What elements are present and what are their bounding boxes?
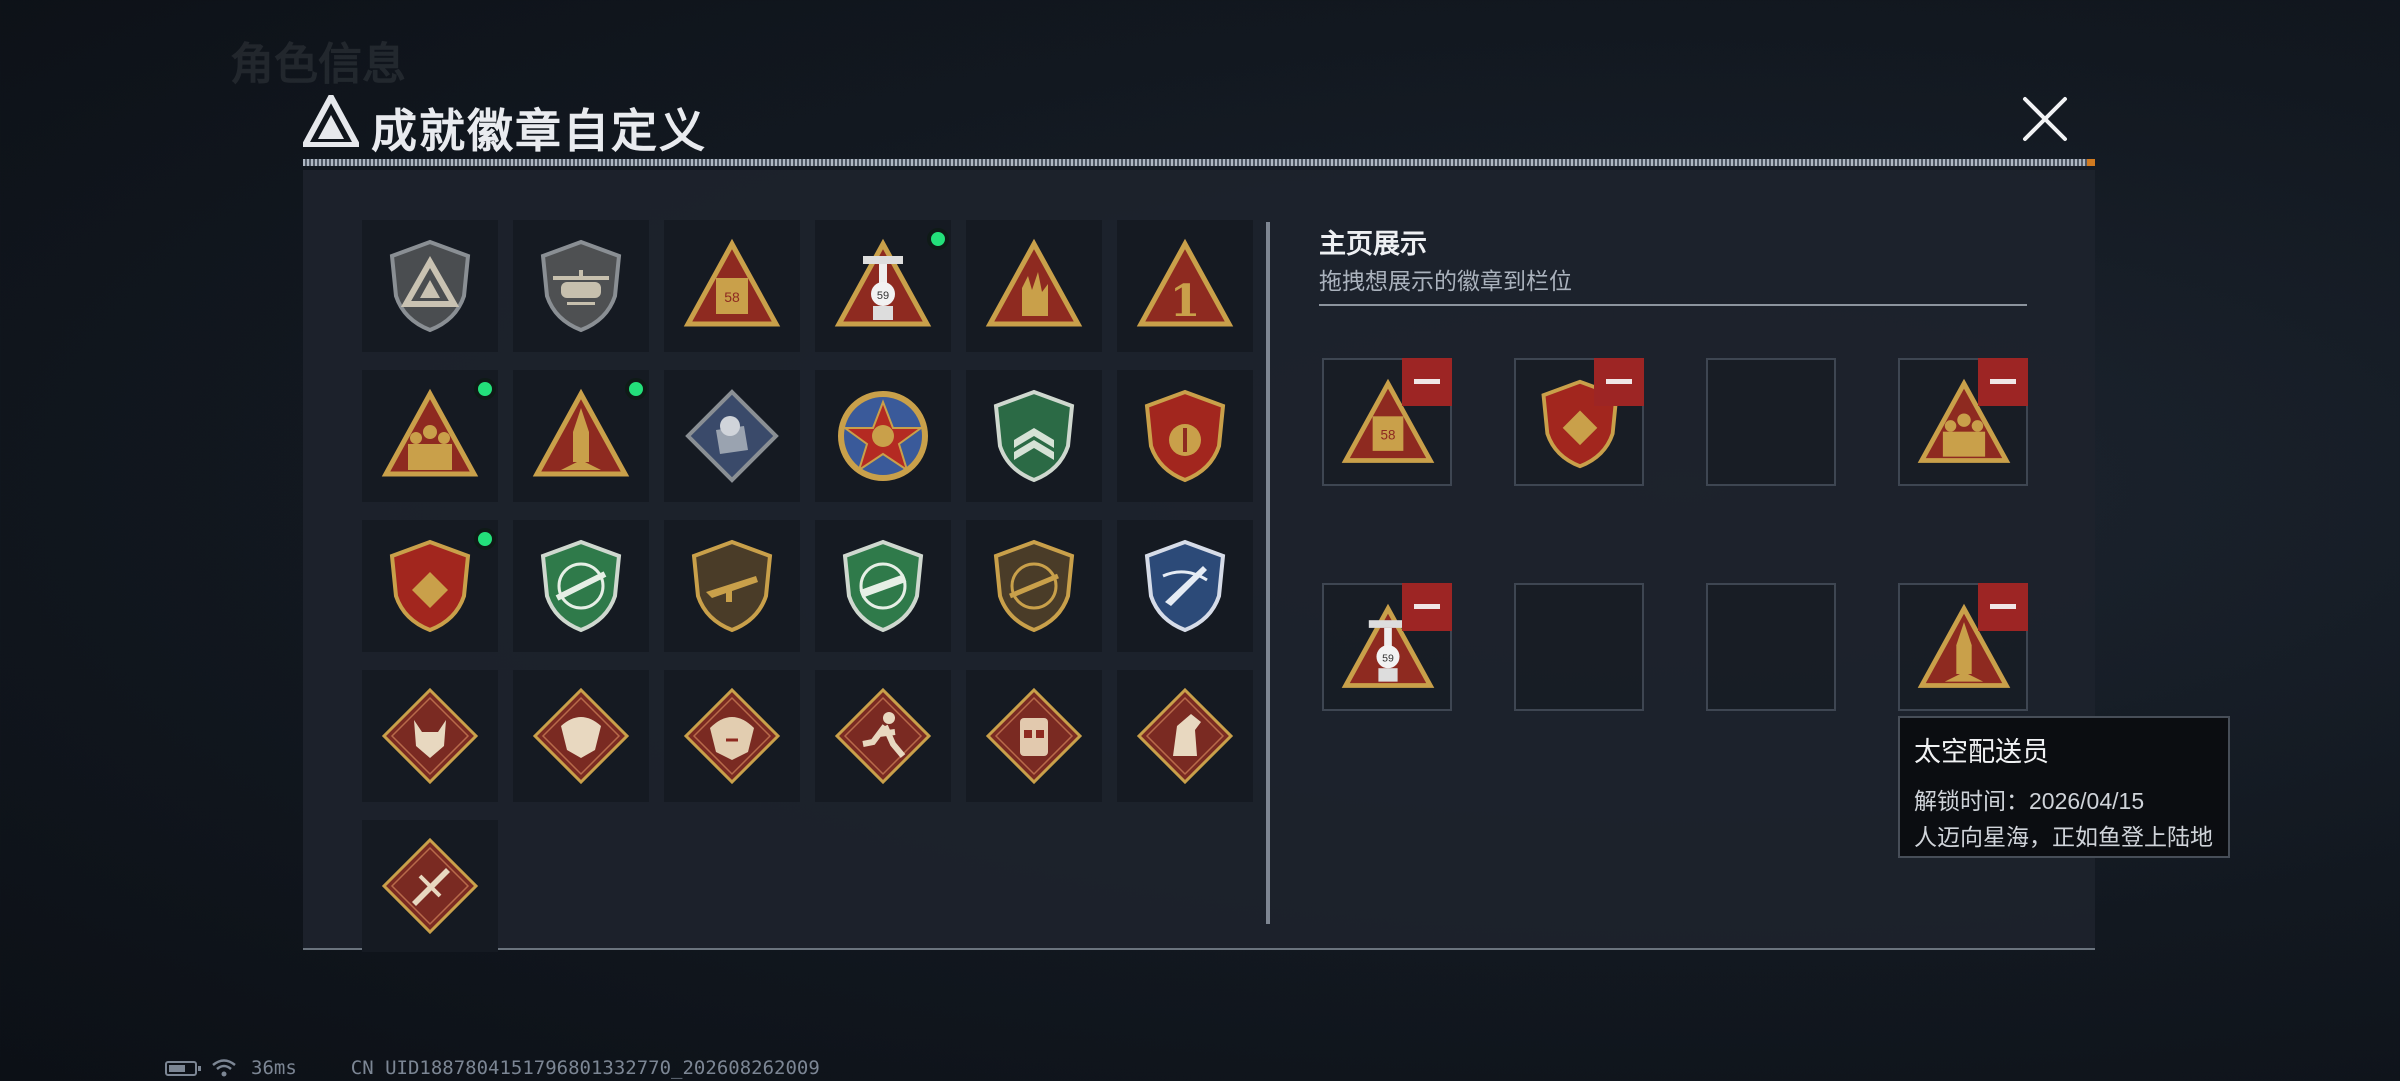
badge-cell[interactable] (1117, 520, 1253, 652)
empty-showcase-slot[interactable] (1706, 358, 1836, 486)
ping-readout: 36ms (251, 1057, 297, 1079)
badge-cell[interactable] (1117, 370, 1253, 502)
badge-cell[interactable] (513, 670, 649, 802)
rocket-launch-triangle-icon (532, 388, 630, 477)
fist-diamond-icon (685, 389, 779, 483)
showcase-title: 主页展示 (1319, 229, 1427, 259)
badge-customization-panel: 58 59 1 主页展示 拖拽想展示的徽章到栏位 58 59 (303, 170, 2095, 952)
badge-cell[interactable] (664, 670, 800, 802)
badge-cell[interactable]: 59 (815, 220, 951, 352)
running-soldier-diamond-icon (834, 687, 932, 785)
svg-text:59: 59 (877, 290, 889, 302)
badge-cell[interactable] (664, 370, 800, 502)
soldiers-triangle-icon (381, 388, 479, 477)
modal-header: 成就徽章自定义 (303, 95, 2095, 167)
modal-title: 成就徽章自定义 (371, 105, 707, 157)
empty-showcase-slot[interactable] (1706, 583, 1836, 711)
close-icon[interactable] (2019, 93, 2071, 145)
svg-text:58: 58 (724, 289, 740, 305)
vest-armor-diamond-icon (985, 687, 1083, 785)
badge-cell[interactable] (966, 670, 1102, 802)
badge-cell[interactable] (362, 520, 498, 652)
showcase-slot[interactable] (1898, 358, 2028, 486)
remove-badge-button[interactable] (1978, 358, 2028, 406)
remove-badge-button[interactable] (1402, 358, 1452, 406)
badge-cell[interactable] (966, 370, 1102, 502)
badge-cell[interactable] (815, 370, 951, 502)
player-uid: CN UID1887804151796801332770_20260826200… (350, 1057, 820, 1079)
number-one-triangle-icon: 1 (1136, 238, 1234, 327)
badge-cell[interactable] (362, 670, 498, 802)
showcase-subtitle: 拖拽想展示的徽章到栏位 (1319, 268, 1572, 294)
remove-badge-button[interactable] (1978, 583, 2028, 631)
new-badge-dot (625, 378, 647, 400)
badge-cell[interactable]: 1 (1117, 220, 1253, 352)
battery-icon (165, 1060, 201, 1076)
badge-cell[interactable] (362, 370, 498, 502)
badge-cell[interactable] (966, 520, 1102, 652)
gold-rifle-scope-shield-icon (993, 539, 1075, 633)
svg-text:1: 1 (1170, 276, 1201, 327)
green-chevron-shield-icon (993, 389, 1075, 483)
status-bar: 36ms CN UID1887804151796801332770_202608… (165, 1055, 820, 1081)
remove-badge-button[interactable] (1402, 583, 1452, 631)
gold-rifle-shield-icon (691, 539, 773, 633)
badge-cell[interactable] (513, 370, 649, 502)
svg-text:59: 59 (1382, 652, 1394, 664)
badge-tooltip: 太空配送员 解锁时间：2026/04/15 人迈向星海，正如鱼登上陆地 (1898, 716, 2230, 858)
tooltip-badge-name: 太空配送员 (1914, 737, 2049, 767)
badge-cell[interactable] (513, 520, 649, 652)
achievement-emblem-icon (303, 95, 359, 147)
header-divider (303, 159, 2095, 166)
dragon-diamond-icon (532, 687, 630, 785)
badge-cell[interactable] (1117, 670, 1253, 802)
new-badge-dot (474, 528, 496, 550)
green-smg-shield-icon (842, 539, 924, 633)
empty-showcase-slot[interactable] (1514, 583, 1644, 711)
new-badge-dot (474, 378, 496, 400)
tooltip-unlock-time: 解锁时间：2026/04/15 (1914, 788, 2145, 814)
red-gold-crest-icon (389, 539, 471, 633)
badge-cell[interactable] (362, 820, 498, 952)
showcase-slot[interactable] (1514, 358, 1644, 486)
showcase-slot[interactable] (1898, 583, 2028, 711)
hand-gesture-triangle-icon (985, 238, 1083, 327)
showcase-slot[interactable]: 59 (1322, 583, 1452, 711)
background-page-title: 角色信息 (230, 40, 406, 89)
badge-cell[interactable] (815, 670, 951, 802)
wolf-diamond-icon (381, 687, 479, 785)
panel-divider (1266, 222, 1270, 924)
rocket-59-triangle-icon: 59 (834, 238, 932, 327)
tooltip-description: 人迈向星海，正如鱼登上陆地 (1914, 824, 2213, 850)
new-badge-dot (927, 228, 949, 250)
crate-58-triangle-icon: 58 (683, 238, 781, 327)
badge-cell[interactable] (664, 520, 800, 652)
badge-cell[interactable] (513, 220, 649, 352)
wifi-icon (212, 1059, 236, 1077)
badge-cell[interactable] (362, 220, 498, 352)
green-crosshair-rifle-icon (540, 539, 622, 633)
blue-knife-shield-icon (1144, 539, 1226, 633)
helicopter-shield-icon (540, 239, 622, 333)
showcase-slot[interactable]: 58 (1322, 358, 1452, 486)
svg-text:58: 58 (1381, 427, 1396, 442)
remove-badge-button[interactable] (1594, 358, 1644, 406)
badge-cell[interactable]: 58 (664, 220, 800, 352)
scalpel-diamond-icon (381, 837, 479, 935)
winged-shield-icon (1144, 389, 1226, 483)
dragon-fire-diamond-icon (683, 687, 781, 785)
horse-diamond-icon (1136, 687, 1234, 785)
badge-cell[interactable] (966, 220, 1102, 352)
showcase-divider (1319, 304, 2027, 306)
star-medal-icon (838, 391, 928, 481)
badge-cell[interactable] (815, 520, 951, 652)
emblem-shield-gray-icon (389, 239, 471, 333)
